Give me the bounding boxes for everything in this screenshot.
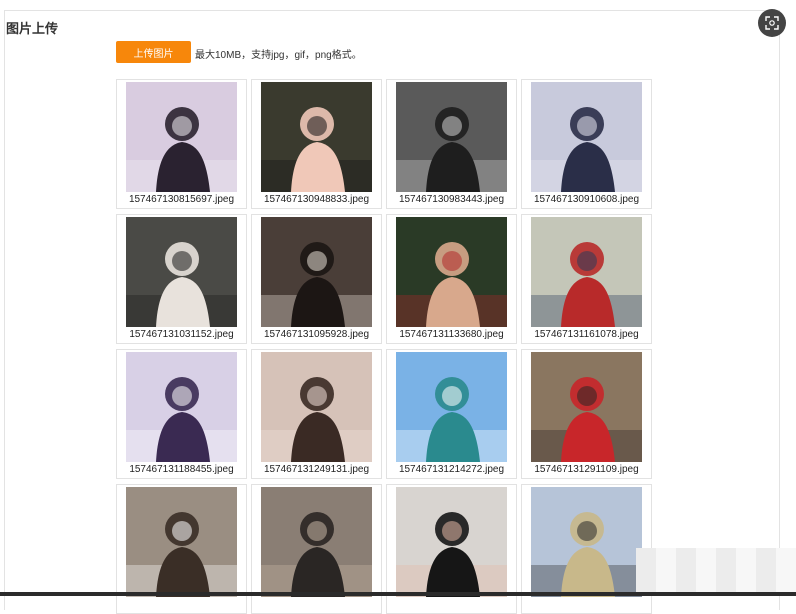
image-thumbnail: [531, 82, 642, 192]
fullscreen-button[interactable]: [758, 9, 786, 37]
image-filename: 157467131249131.jpeg: [263, 464, 370, 475]
image-card[interactable]: 157467131249131.jpeg: [251, 349, 382, 479]
image-card[interactable]: 157467130910608.jpeg: [521, 79, 652, 209]
image-card[interactable]: 157467131188455.jpeg: [116, 349, 247, 479]
image-thumbnail: [126, 487, 237, 597]
image-thumbnail: [261, 487, 372, 597]
image-grid: 157467130815697.jpeg 157467130948833.jpeg…: [116, 79, 652, 614]
image-thumbnail: [531, 352, 642, 462]
image-thumbnail: [396, 352, 507, 462]
image-card[interactable]: 157467131133680.jpeg: [386, 214, 517, 344]
image-thumbnail: [531, 217, 642, 327]
image-card[interactable]: 157467130948833.jpeg: [251, 79, 382, 209]
image-filename: 157467131133680.jpeg: [399, 329, 504, 340]
image-filename: 157467131161078.jpeg: [534, 329, 639, 340]
page-title: 图片上传: [6, 21, 59, 36]
image-filename: 157467131188455.jpeg: [129, 464, 234, 475]
image-card[interactable]: 157467130815697.jpeg: [116, 79, 247, 209]
bottom-bar: [0, 592, 796, 596]
image-card[interactable]: 157467131161078.jpeg: [521, 214, 652, 344]
image-filename: 157467131031152.jpeg: [129, 329, 234, 340]
image-thumbnail: [261, 217, 372, 327]
image-filename: 157467131214272.jpeg: [398, 464, 505, 475]
image-card[interactable]: 157467130983443.jpeg: [386, 79, 517, 209]
upload-hint: 最大10MB，支持jpg，gif，png格式。: [195, 50, 362, 61]
image-filename: 157467130815697.jpeg: [128, 194, 235, 205]
image-card[interactable]: 157467131291109.jpeg: [521, 349, 652, 479]
image-thumbnail: [396, 82, 507, 192]
image-thumbnail: [261, 352, 372, 462]
watermark-mosaic: [636, 548, 796, 592]
image-filename: 157467130910608.jpeg: [533, 194, 640, 205]
image-card[interactable]: 157467131031152.jpeg: [116, 214, 247, 344]
image-filename: 157467131291109.jpeg: [534, 464, 639, 475]
image-filename: 157467130983443.jpeg: [398, 194, 505, 205]
image-thumbnail: [126, 352, 237, 462]
image-thumbnail: [261, 82, 372, 192]
image-thumbnail: [396, 217, 507, 327]
fullscreen-icon: [765, 16, 779, 30]
image-thumbnail: [126, 217, 237, 327]
image-filename: 157467131095928.jpeg: [263, 329, 370, 340]
image-thumbnail: [531, 487, 642, 597]
image-filename: 157467130948833.jpeg: [263, 194, 370, 205]
image-card[interactable]: 157467131214272.jpeg: [386, 349, 517, 479]
image-thumbnail: [396, 487, 507, 597]
image-card[interactable]: 157467131095928.jpeg: [251, 214, 382, 344]
image-thumbnail: [126, 82, 237, 192]
upload-image-button[interactable]: 上传图片: [116, 41, 191, 63]
